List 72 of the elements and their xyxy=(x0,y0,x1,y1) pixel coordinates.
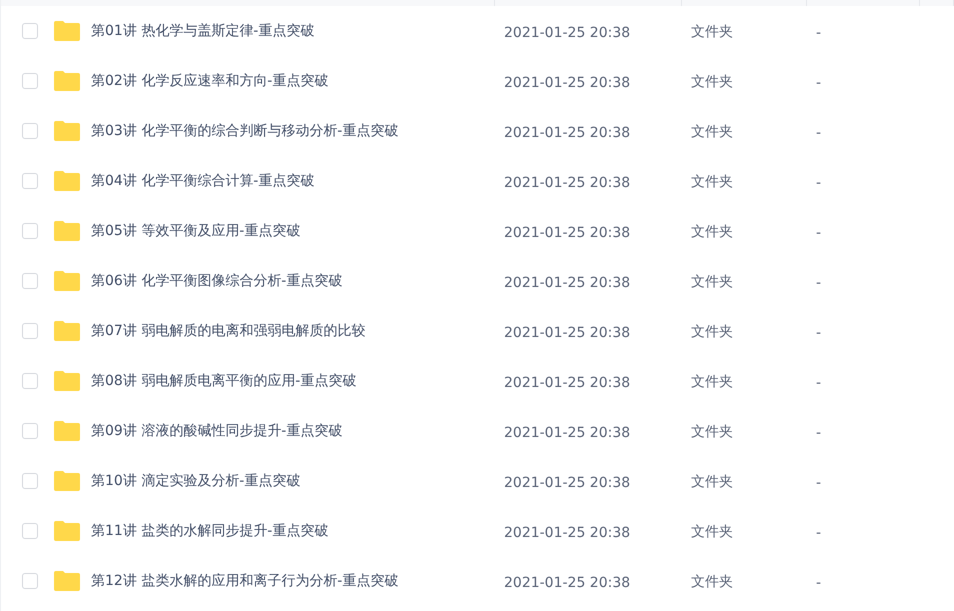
file-type: 文件夹 xyxy=(691,274,733,290)
file-size: - xyxy=(816,124,822,140)
checkbox[interactable] xyxy=(22,273,38,289)
file-type: 文件夹 xyxy=(691,374,733,390)
file-type: 文件夹 xyxy=(691,124,733,140)
file-name[interactable]: 第02讲 化学反应速率和方向-重点突破 xyxy=(91,72,328,90)
file-type: 文件夹 xyxy=(691,574,733,590)
checkbox[interactable] xyxy=(22,373,38,389)
folder-icon xyxy=(54,571,80,591)
file-type: 文件夹 xyxy=(691,424,733,440)
checkbox[interactable] xyxy=(22,423,38,439)
file-name[interactable]: 第08讲 弱电解质电离平衡的应用-重点突破 xyxy=(91,372,356,390)
file-size: - xyxy=(816,324,822,340)
folder-icon xyxy=(54,221,80,241)
modified-date: 2021-01-25 20:38 xyxy=(504,474,630,490)
checkbox[interactable] xyxy=(22,473,38,489)
folder-icon xyxy=(54,171,80,191)
file-size: - xyxy=(816,574,822,590)
file-size: - xyxy=(816,524,822,540)
file-name[interactable]: 第09讲 溶液的酸碱性同步提升-重点突破 xyxy=(91,422,342,440)
file-type: 文件夹 xyxy=(691,474,733,490)
file-type: 文件夹 xyxy=(691,174,733,190)
folder-icon xyxy=(54,421,80,441)
file-name[interactable]: 第05讲 等效平衡及应用-重点突破 xyxy=(91,222,300,240)
folder-icon xyxy=(54,471,80,491)
modified-date: 2021-01-25 20:38 xyxy=(504,424,630,440)
file-size: - xyxy=(816,174,822,190)
checkbox[interactable] xyxy=(22,523,38,539)
checkbox[interactable] xyxy=(22,23,38,39)
folder-icon xyxy=(54,371,80,391)
folder-icon xyxy=(54,321,80,341)
file-type: 文件夹 xyxy=(691,324,733,340)
file-type: 文件夹 xyxy=(691,24,733,40)
checkbox[interactable] xyxy=(22,123,38,139)
file-type: 文件夹 xyxy=(691,224,733,240)
folder-icon xyxy=(54,121,80,141)
file-name[interactable]: 第10讲 滴定实验及分析-重点突破 xyxy=(91,472,300,490)
modified-date: 2021-01-25 20:38 xyxy=(504,124,630,140)
modified-date: 2021-01-25 20:38 xyxy=(504,574,630,590)
modified-date: 2021-01-25 20:38 xyxy=(504,24,630,40)
file-size: - xyxy=(816,274,822,290)
folder-icon xyxy=(54,521,80,541)
modified-date: 2021-01-25 20:38 xyxy=(504,274,630,290)
file-size: - xyxy=(816,474,822,490)
checkbox[interactable] xyxy=(22,173,38,189)
modified-date: 2021-01-25 20:38 xyxy=(504,74,630,90)
file-type: 文件夹 xyxy=(691,524,733,540)
file-size: - xyxy=(816,24,822,40)
checkbox[interactable] xyxy=(22,323,38,339)
checkbox[interactable] xyxy=(22,73,38,89)
modified-date: 2021-01-25 20:38 xyxy=(504,174,630,190)
modified-date: 2021-01-25 20:38 xyxy=(504,524,630,540)
modified-date: 2021-01-25 20:38 xyxy=(504,324,630,340)
file-name[interactable]: 第06讲 化学平衡图像综合分析-重点突破 xyxy=(91,272,342,290)
folder-icon xyxy=(54,21,80,41)
file-size: - xyxy=(816,224,822,240)
file-size: - xyxy=(816,74,822,90)
modified-date: 2021-01-25 20:38 xyxy=(504,224,630,240)
file-size: - xyxy=(816,374,822,390)
modified-date: 2021-01-25 20:38 xyxy=(504,374,630,390)
folder-icon xyxy=(54,71,80,91)
checkbox[interactable] xyxy=(22,223,38,239)
folder-icon xyxy=(54,271,80,291)
file-name[interactable]: 第01讲 热化学与盖斯定律-重点突破 xyxy=(91,22,314,40)
file-type: 文件夹 xyxy=(691,74,733,90)
file-name[interactable]: 第11讲 盐类的水解同步提升-重点突破 xyxy=(91,522,328,540)
file-name[interactable]: 第12讲 盐类水解的应用和离子行为分析-重点突破 xyxy=(91,572,398,590)
file-name[interactable]: 第07讲 弱电解质的电离和强弱电解质的比较 xyxy=(91,322,366,340)
file-name[interactable]: 第04讲 化学平衡综合计算-重点突破 xyxy=(91,172,314,190)
checkbox[interactable] xyxy=(22,573,38,589)
file-name[interactable]: 第03讲 化学平衡的综合判断与移动分析-重点突破 xyxy=(91,122,398,140)
file-size: - xyxy=(816,424,822,440)
